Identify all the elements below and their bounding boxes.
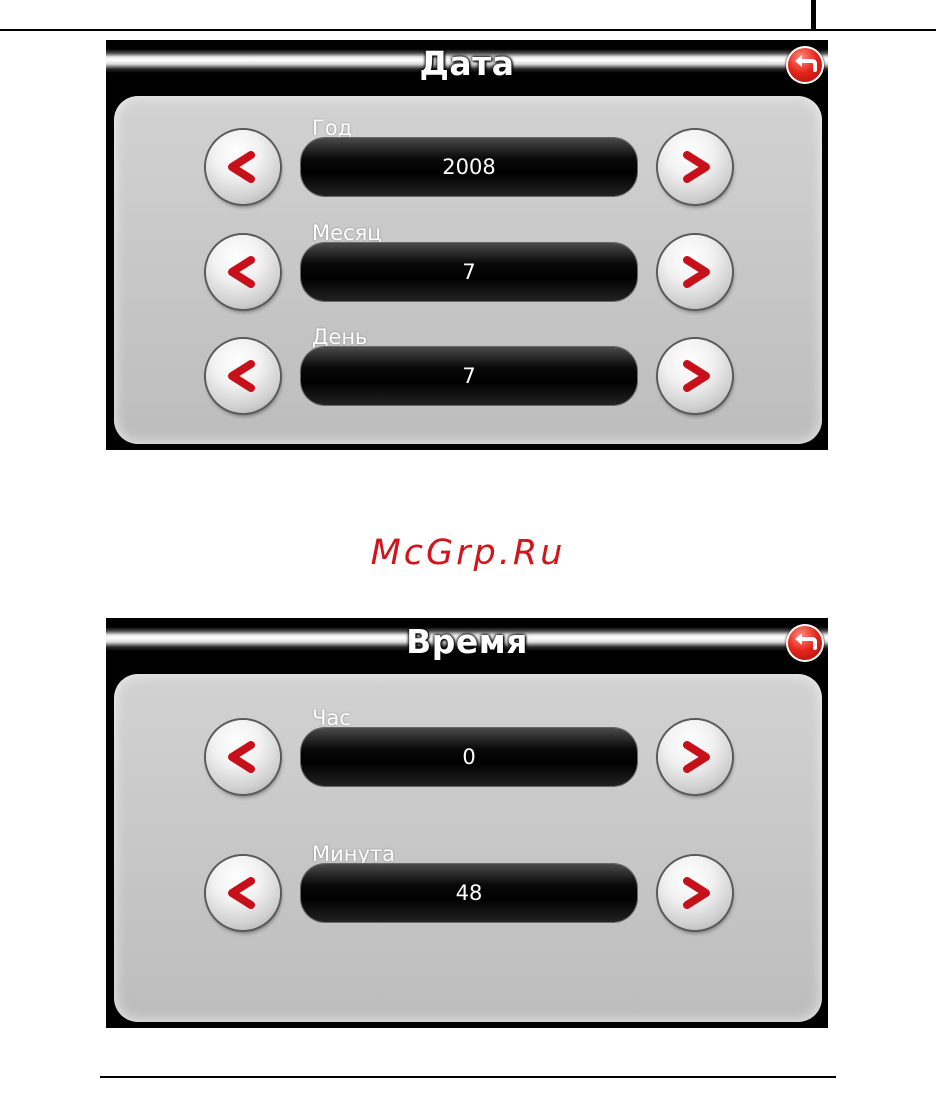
- chevron-right-icon: [683, 360, 710, 392]
- year-row: Год 2008: [114, 116, 822, 206]
- back-button[interactable]: [786, 624, 824, 662]
- month-value: 7: [301, 243, 637, 301]
- chevron-right-icon: [683, 151, 710, 183]
- time-screen: Время Час 0 Минута 48: [106, 618, 828, 1028]
- day-row: День 7: [114, 325, 822, 415]
- time-title: Время: [406, 622, 528, 661]
- month-increment-button[interactable]: [658, 235, 732, 309]
- date-titlebar: Дата: [106, 40, 828, 90]
- chevron-left-icon: [228, 151, 255, 183]
- minute-increment-button[interactable]: [658, 856, 732, 930]
- hour-value: 0: [301, 728, 637, 786]
- date-title: Дата: [419, 44, 515, 83]
- chevron-right-icon: [683, 741, 710, 773]
- day-increment-button[interactable]: [658, 339, 732, 413]
- back-button[interactable]: [786, 46, 824, 84]
- bottom-rule: [100, 1076, 836, 1078]
- top-rule: [0, 29, 936, 31]
- year-increment-button[interactable]: [658, 130, 732, 204]
- chevron-left-icon: [228, 360, 255, 392]
- minute-label: Минута: [312, 842, 396, 866]
- chevron-right-icon: [683, 256, 710, 288]
- day-decrement-button[interactable]: [206, 339, 280, 413]
- back-arrow-icon: [795, 633, 817, 650]
- chevron-left-icon: [228, 256, 255, 288]
- chevron-left-icon: [228, 877, 255, 909]
- day-value: 7: [301, 347, 637, 405]
- minute-decrement-button[interactable]: [206, 856, 280, 930]
- year-decrement-button[interactable]: [206, 130, 280, 204]
- hour-row: Час 0: [114, 706, 822, 796]
- back-arrow-icon: [795, 55, 817, 72]
- chevron-left-icon: [228, 741, 255, 773]
- chevron-right-icon: [683, 877, 710, 909]
- watermark: McGrp.Ru: [370, 533, 566, 573]
- top-tick: [811, 0, 816, 30]
- minute-value: 48: [301, 864, 637, 922]
- hour-increment-button[interactable]: [658, 720, 732, 794]
- date-panel: Год 2008 Месяц 7 День 7: [114, 96, 822, 444]
- date-screen: Дата Год 2008 Месяц 7 День 7: [106, 40, 828, 450]
- minute-row: Минута 48: [114, 842, 822, 932]
- year-label: Год: [312, 116, 353, 140]
- time-titlebar: Время: [106, 618, 828, 668]
- year-value: 2008: [301, 138, 637, 196]
- month-label: Месяц: [312, 221, 382, 245]
- day-label: День: [312, 325, 368, 349]
- month-decrement-button[interactable]: [206, 235, 280, 309]
- hour-label: Час: [312, 706, 351, 730]
- time-panel: Час 0 Минута 48: [114, 674, 822, 1022]
- month-row: Месяц 7: [114, 221, 822, 311]
- hour-decrement-button[interactable]: [206, 720, 280, 794]
